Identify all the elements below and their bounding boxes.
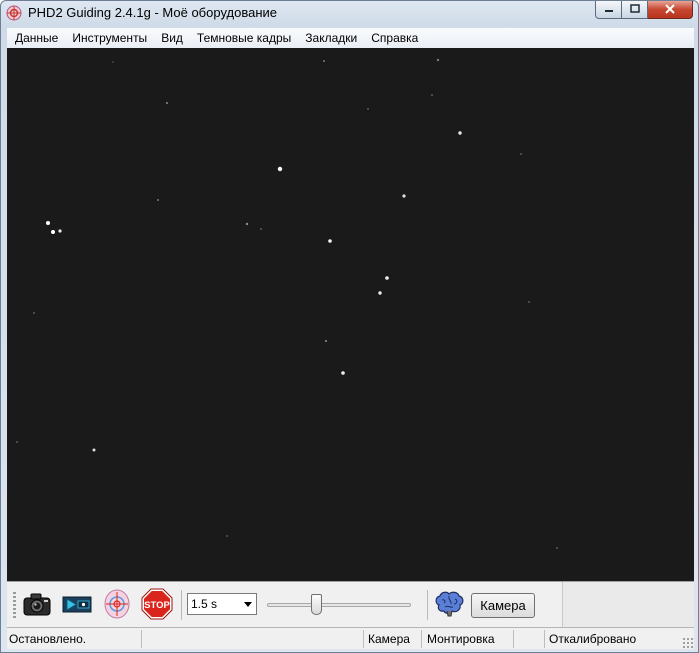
app-window: PHD2 Guiding 2.4.1g - Моё оборудование Д…	[0, 0, 699, 653]
star	[402, 194, 406, 198]
slider-thumb[interactable]	[310, 594, 322, 615]
chevron-down-icon	[244, 602, 252, 607]
toolbar-right-panel	[562, 582, 694, 628]
star	[328, 239, 332, 243]
star	[556, 547, 558, 549]
stop-label: STOP	[144, 600, 170, 611]
star	[378, 291, 382, 295]
minimize-button[interactable]	[595, 1, 622, 19]
advanced-settings-button[interactable]	[432, 588, 466, 622]
star	[367, 108, 369, 110]
star	[277, 166, 283, 172]
loop-button[interactable]	[20, 588, 54, 622]
menu-bar: Данные Инструменты Вид Темновые кадры За…	[7, 28, 694, 48]
star	[51, 230, 55, 234]
menu-darks[interactable]: Темновые кадры	[190, 28, 298, 48]
close-button[interactable]	[648, 1, 693, 19]
star	[58, 229, 62, 233]
star	[341, 371, 345, 375]
star	[528, 301, 530, 303]
calibration-status: Откалибровано	[549, 632, 637, 646]
star	[436, 58, 440, 62]
star	[245, 222, 249, 226]
status-bar: Остановлено. Камера Монтировка Откалибро…	[7, 627, 694, 649]
brain-icon	[433, 590, 465, 621]
star	[324, 339, 328, 343]
status-divider	[421, 630, 422, 648]
status-divider	[141, 630, 142, 648]
resize-grip[interactable]	[682, 637, 694, 649]
guide-camera-image[interactable]	[7, 48, 694, 581]
menu-view[interactable]: Вид	[154, 28, 190, 48]
star	[157, 199, 159, 201]
star	[92, 448, 96, 452]
camera-connect-button[interactable]: Камера	[471, 593, 535, 618]
star	[458, 131, 462, 135]
star	[112, 61, 114, 63]
guide-target-icon	[102, 588, 132, 623]
star-field	[16, 58, 558, 549]
slider-track	[267, 603, 411, 607]
star	[323, 60, 325, 62]
camera-icon	[22, 591, 52, 620]
exposure-value: 1.5 s	[191, 597, 218, 611]
close-icon	[664, 3, 676, 17]
window-title: PHD2 Guiding 2.4.1g - Моё оборудование	[28, 5, 277, 20]
title-bar[interactable]: PHD2 Guiding 2.4.1g - Моё оборудование	[1, 1, 698, 27]
menu-data[interactable]: Данные	[8, 28, 65, 48]
camera-status: Камера	[368, 632, 410, 646]
menu-help[interactable]: Справка	[364, 28, 425, 48]
status-divider	[513, 630, 514, 648]
star	[260, 228, 262, 230]
toolbar-separator	[427, 590, 428, 620]
star	[520, 153, 522, 155]
menu-bookmarks[interactable]: Закладки	[298, 28, 364, 48]
star	[33, 312, 35, 314]
main-toolbar: STOP 1.5 s Камера	[7, 581, 694, 628]
exposure-duration-select[interactable]: 1.5 s	[187, 593, 257, 615]
maximize-button[interactable]	[622, 1, 648, 19]
star	[46, 221, 50, 225]
toolbar-separator	[181, 590, 182, 620]
guide-button[interactable]	[100, 588, 134, 622]
gamma-slider[interactable]	[263, 590, 415, 620]
star	[226, 535, 228, 537]
star	[166, 102, 168, 104]
mount-status: Монтировка	[427, 632, 495, 646]
star	[431, 94, 433, 96]
window-controls	[595, 1, 693, 20]
maximize-icon	[629, 3, 640, 17]
stop-button[interactable]: STOP	[140, 588, 174, 622]
stop-sign-icon: STOP	[141, 588, 173, 623]
status-divider	[363, 630, 364, 648]
star	[385, 276, 389, 280]
minimize-icon	[604, 3, 614, 17]
phd2-app-icon	[6, 5, 22, 21]
menu-tools[interactable]: Инструменты	[65, 28, 154, 48]
status-message: Остановлено.	[9, 632, 87, 646]
auto-select-star-button[interactable]	[60, 588, 94, 622]
status-divider	[544, 630, 545, 648]
toolbar-grip[interactable]	[13, 592, 16, 618]
auto-select-star-icon	[61, 593, 93, 618]
star	[16, 441, 18, 443]
